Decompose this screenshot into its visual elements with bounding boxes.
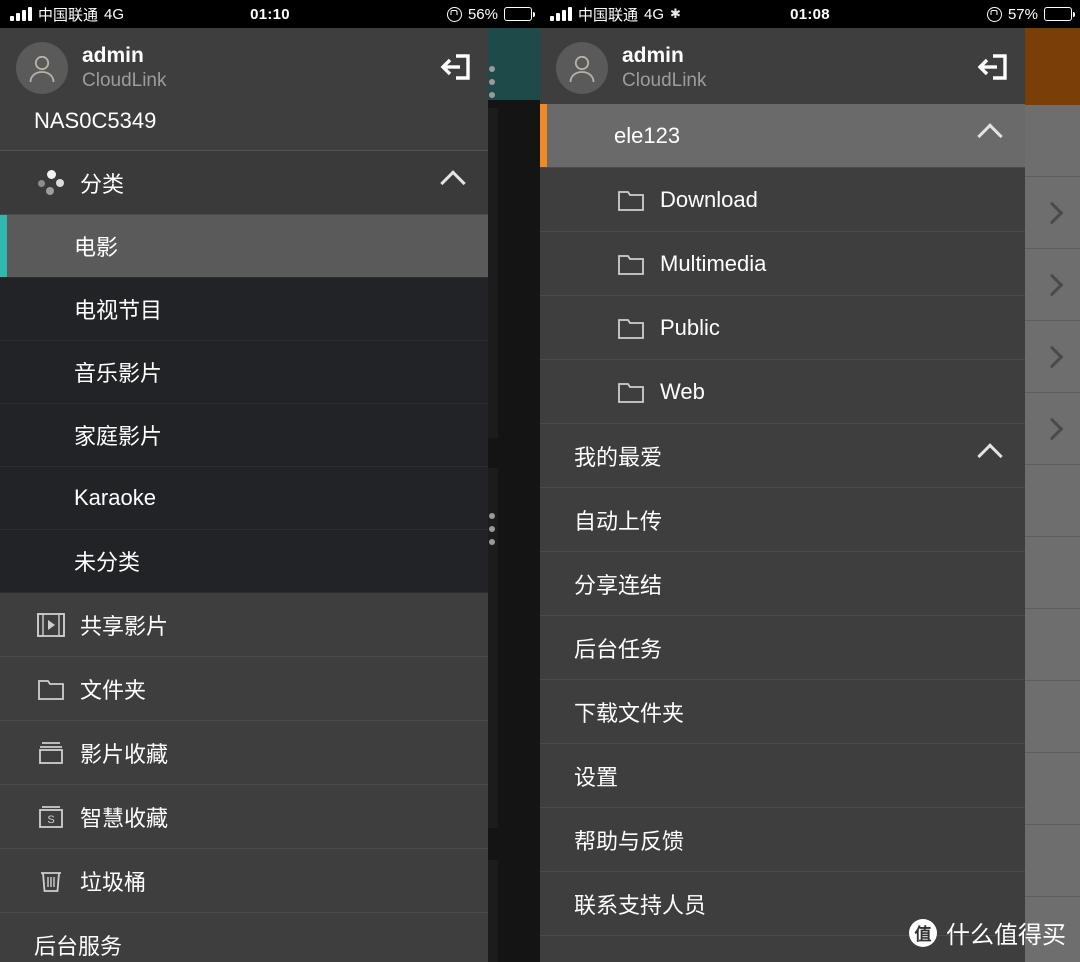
logout-icon[interactable] [967, 48, 1009, 88]
user-avatar-icon[interactable] [556, 42, 608, 94]
sidebar-item-label: 电视节目 [74, 298, 163, 323]
sidebar-item-home-videos[interactable]: 家庭影片 [0, 404, 488, 467]
sidebar-item-public[interactable]: Public [540, 296, 1025, 360]
chevron-right-icon [1040, 345, 1064, 368]
left-drawer-header: admin CloudLink [0, 28, 488, 104]
kebab-menu-icon[interactable] [489, 66, 495, 98]
sidebar-item-label: 智慧收藏 [80, 805, 169, 831]
category-dots-icon [34, 169, 68, 196]
sidebar-item-karaoke[interactable]: Karaoke [0, 467, 488, 530]
chevron-right-icon [1040, 273, 1064, 296]
right-phone-screenshot: 中国联通 4G ✱ 01:08 57% admin CloudLink ele1… [540, 0, 1080, 962]
sidebar-item-label: 下载文件夹 [574, 700, 685, 726]
chevron-right-icon [1040, 201, 1064, 224]
sidebar-item-background-tasks[interactable]: 后台任务 [540, 616, 1025, 680]
left-phone-screenshot: 中国联通 4G 01:10 56% admin CloudLink NAS0C5… [0, 0, 540, 962]
sidebar-item-label: 帮助与反馈 [574, 828, 685, 854]
right-status-bar: 中国联通 4G ✱ 01:08 57% [540, 0, 1080, 28]
sidebar-item-label: Download [660, 186, 758, 212]
folder-icon [34, 677, 68, 701]
username-label: admin [622, 44, 684, 67]
chevron-up-icon[interactable] [977, 442, 1007, 469]
sidebar-item-trash[interactable]: 垃圾桶 [0, 849, 488, 913]
sidebar-group-label: ele123 [614, 122, 681, 148]
folder-icon [614, 380, 648, 404]
sidebar-item-label: Web [660, 378, 705, 404]
left-navigation-drawer: admin CloudLink NAS0C5349 分类 电影 电视节目 音乐影… [0, 28, 488, 962]
sidebar-item-label: 后台任务 [574, 636, 663, 662]
right-navigation-drawer: admin CloudLink ele123 Download Multimed… [540, 28, 1025, 962]
sidebar-item-music-videos[interactable]: 音乐影片 [0, 341, 488, 404]
folder-icon [614, 252, 648, 276]
sidebar-item-settings[interactable]: 设置 [540, 744, 1025, 808]
watermark-badge: 值 [909, 918, 937, 947]
sidebar-item-label: Karaoke [74, 485, 156, 510]
smart-collection-icon: S [34, 804, 68, 830]
sidebar-item-label: Multimedia [660, 250, 767, 276]
left-drawer-menu: 分类 电影 电视节目 音乐影片 家庭影片 Karaoke 未分类 共享影片 文件… [0, 151, 488, 962]
sidebar-item-label: 垃圾桶 [80, 869, 147, 895]
folder-icon [614, 188, 648, 212]
sidebar-item-video-collection[interactable]: 影片收藏 [0, 721, 488, 785]
sidebar-group-category[interactable]: 分类 [0, 151, 488, 215]
collection-box-icon [34, 740, 68, 766]
rotation-lock-icon [446, 6, 462, 22]
folder-icon [614, 316, 648, 340]
sidebar-item-label: 未分类 [74, 550, 141, 575]
chevron-up-icon[interactable] [440, 169, 470, 196]
sidebar-item-web[interactable]: Web [540, 360, 1025, 424]
sidebar-item-uncategorized[interactable]: 未分类 [0, 530, 488, 593]
battery-icon [1044, 7, 1075, 21]
kebab-menu-icon[interactable] [489, 513, 495, 545]
left-status-bar: 中国联通 4G 01:10 56% [0, 0, 540, 28]
sidebar-item-label: 音乐影片 [74, 361, 163, 386]
logout-icon[interactable] [430, 48, 472, 88]
device-name-label: NAS0C5349 [0, 104, 488, 150]
sidebar-item-movies[interactable]: 电影 [0, 215, 488, 278]
right-drawer-menu: ele123 Download Multimedia Public Web 我的… [540, 104, 1025, 936]
username-label: admin [82, 44, 144, 67]
trash-icon [34, 868, 68, 894]
sidebar-item-label: 家庭影片 [74, 424, 163, 449]
user-avatar-icon[interactable] [16, 42, 68, 94]
watermark-text: 什么值得买 [946, 922, 1066, 949]
sidebar-item-help-feedback[interactable]: 帮助与反馈 [540, 808, 1025, 872]
sidebar-item-label: 影片收藏 [80, 741, 169, 767]
sidebar-item-folders[interactable]: 文件夹 [0, 657, 488, 721]
sidebar-group-label: 我的最爱 [574, 444, 663, 470]
sidebar-item-label: 设置 [574, 764, 619, 790]
sidebar-item-label: 文件夹 [80, 677, 147, 703]
right-drawer-header: admin CloudLink [540, 28, 1025, 104]
service-label: CloudLink [82, 70, 167, 92]
sidebar-item-auto-upload[interactable]: 自动上传 [540, 488, 1025, 552]
sidebar-item-label: 电影 [74, 235, 119, 260]
sidebar-item-smart-collection[interactable]: S 智慧收藏 [0, 785, 488, 849]
sidebar-group-label: 分类 [80, 171, 125, 197]
sidebar-item-label: 自动上传 [574, 508, 663, 534]
sidebar-item-download[interactable]: Download [540, 168, 1025, 232]
rotation-lock-icon [986, 6, 1002, 22]
sidebar-item-background-service[interactable]: 后台服务 [0, 913, 488, 962]
watermark: 值 什么值得买 [909, 915, 1066, 950]
sidebar-group-ele123[interactable]: ele123 [540, 104, 1025, 168]
sidebar-item-label: 后台服务 [34, 933, 123, 959]
sidebar-item-label: 共享影片 [80, 613, 169, 639]
sidebar-item-shared-videos[interactable]: 共享影片 [0, 593, 488, 657]
sidebar-item-download-folder[interactable]: 下载文件夹 [540, 680, 1025, 744]
sidebar-item-share-links[interactable]: 分享连结 [540, 552, 1025, 616]
sidebar-item-multimedia[interactable]: Multimedia [540, 232, 1025, 296]
sidebar-item-label: 分享连结 [574, 572, 663, 598]
svg-text:S: S [47, 814, 54, 826]
service-label: CloudLink [622, 70, 707, 92]
sidebar-item-tv-shows[interactable]: 电视节目 [0, 278, 488, 341]
film-strip-icon [34, 612, 68, 638]
dual-screenshot-composite: 中国联通 4G 01:10 56% admin CloudLink NAS0C5… [0, 0, 1080, 962]
sidebar-item-label: Public [660, 314, 720, 340]
battery-icon [504, 7, 535, 21]
sidebar-group-favorites[interactable]: 我的最爱 [540, 424, 1025, 488]
chevron-up-icon[interactable] [977, 122, 1007, 149]
chevron-right-icon [1040, 417, 1064, 440]
